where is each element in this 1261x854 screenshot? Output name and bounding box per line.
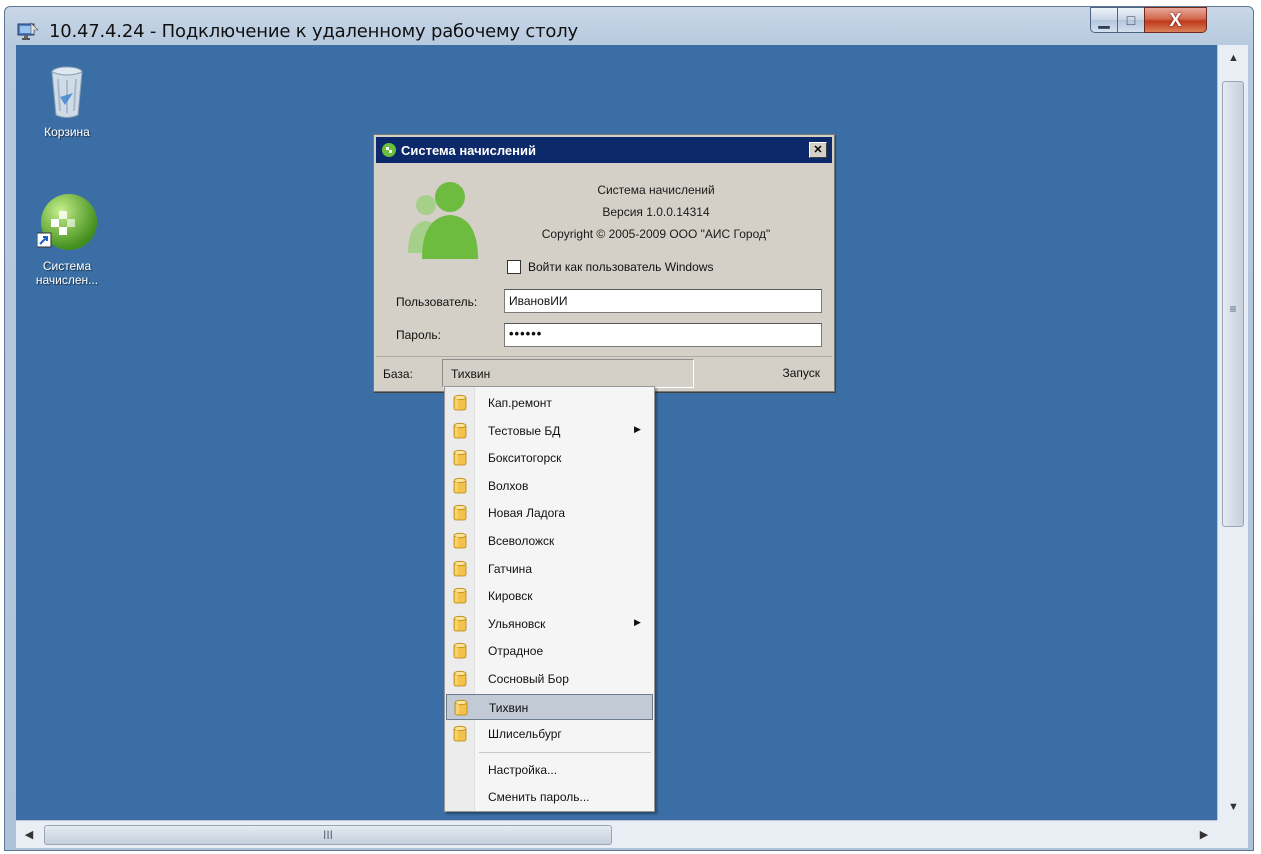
submenu-arrow-icon: ▶	[634, 423, 641, 434]
app-icon	[382, 143, 396, 157]
menu-item-label: Кировск	[488, 589, 533, 604]
minimize-button[interactable]: ▁	[1090, 7, 1118, 33]
app-info: Система начислений Версия 1.0.0.14314 Co…	[506, 179, 806, 245]
app-shortcut-icon	[37, 194, 97, 250]
database-icon	[453, 477, 467, 494]
grip-icon: III	[322, 828, 333, 842]
scroll-up-button[interactable]: ▲	[1218, 45, 1249, 71]
menu-item-database[interactable]: Ульяновск ▶	[446, 611, 653, 637]
users-icon	[408, 182, 478, 259]
database-icon	[453, 422, 467, 438]
menu-item-label: Ульяновск	[488, 616, 546, 631]
menu-item-label: Отрадное	[488, 644, 544, 659]
desktop-icon-app[interactable]: Система начислен...	[22, 193, 112, 287]
windows-login-label: Войти как пользователь Windows	[528, 260, 714, 274]
menu-item-label: Бокситогорск	[488, 451, 562, 466]
scroll-down-button[interactable]: ▼	[1218, 794, 1249, 820]
database-icon	[453, 643, 467, 659]
base-dropdown[interactable]: Тихвин	[442, 359, 694, 388]
database-icon	[453, 615, 467, 632]
menu-item-change-password[interactable]: Сменить пароль...	[446, 784, 653, 810]
menu-item-database[interactable]: Волхов	[446, 473, 653, 499]
scroll-right-button[interactable]: ▶	[1191, 821, 1217, 849]
menu-item-database[interactable]: Всеволожск	[446, 528, 653, 554]
user-label: Пользователь:	[396, 295, 478, 309]
database-icon	[453, 560, 467, 576]
recycle-bin-icon	[51, 66, 83, 118]
base-label: База:	[383, 367, 413, 381]
database-icon	[453, 450, 467, 466]
app-name: Система начислений	[597, 183, 715, 197]
menu-item-database[interactable]: Тестовые БД ▶	[446, 418, 653, 444]
menu-item-database[interactable]: Бокситогорск	[446, 445, 653, 471]
desktop-icon-recycle-bin[interactable]: Корзина	[22, 63, 112, 139]
database-icon	[453, 670, 467, 687]
database-icon	[454, 699, 468, 715]
database-icon	[453, 505, 467, 521]
menu-item-database[interactable]: Новая Ладога	[446, 500, 653, 526]
vertical-scrollbar[interactable]: ▲ ≡ ▼	[1217, 45, 1248, 820]
grip-icon: ≡	[1229, 302, 1237, 316]
dialog-footer: База: Тихвин Запуск	[376, 356, 832, 389]
menu-item-database[interactable]: Шлисельбург	[446, 721, 653, 747]
scroll-left-button[interactable]: ◀	[16, 821, 42, 849]
menu-item-label: Тестовые БД	[488, 423, 561, 438]
vertical-scroll-thumb[interactable]: ≡	[1222, 81, 1244, 527]
menu-item-label: Сменить пароль...	[488, 790, 590, 804]
window-title: 10.47.4.24 - Подключение к удаленному ра…	[49, 21, 578, 42]
remote-desktop-icon	[17, 22, 39, 40]
menu-item-label: Тихвин	[489, 700, 529, 715]
maximize-button[interactable]: □	[1117, 7, 1145, 33]
user-field[interactable]: ИвановИИ	[504, 289, 822, 313]
windows-login-checkbox-row[interactable]: Войти как пользователь Windows	[507, 260, 713, 274]
close-button[interactable]: X	[1144, 7, 1207, 33]
menu-item-label: Новая Ладога	[488, 506, 566, 521]
menu-item-label: Настройка...	[488, 763, 558, 777]
menu-item-label: Кап.ремонт	[488, 396, 552, 410]
close-icon: X	[1169, 10, 1182, 30]
horizontal-scroll-thumb[interactable]: III	[44, 825, 612, 845]
menu-separator	[479, 752, 651, 753]
dialog-title: Система начислений	[401, 142, 537, 158]
app-version: Версия 1.0.0.14314	[602, 205, 710, 219]
database-icon	[453, 394, 467, 411]
menu-item-database[interactable]: Кап.ремонт	[446, 390, 653, 416]
desktop-icon-label: Система начислен...	[35, 259, 99, 287]
database-icon	[453, 532, 467, 549]
horizontal-scrollbar[interactable]: ◀ III ▶	[16, 820, 1217, 848]
dialog-titlebar[interactable]: Система начислений ✕	[376, 137, 832, 163]
database-icon	[453, 726, 467, 742]
base-dropdown-menu: Кап.ремонт Тестовые БД ▶ Бокситогорск Волхов…	[444, 386, 655, 812]
menu-item-settings[interactable]: Настройка...	[446, 757, 653, 783]
dialog-body: Система начислений Версия 1.0.0.14314 Co…	[376, 163, 832, 356]
menu-item-label: Сосновый Бор	[488, 672, 569, 686]
windows-login-checkbox[interactable]	[507, 260, 521, 274]
menu-item-label: Шлисельбург	[488, 727, 562, 742]
menu-item-label: Всеволожск	[488, 534, 555, 548]
database-icon	[453, 588, 467, 604]
dialog-close-button[interactable]: ✕	[809, 142, 827, 158]
menu-item-database[interactable]: Гатчина	[446, 556, 653, 582]
app-copyright: Copyright © 2005-2009 ООО "АИС Город"	[541, 227, 771, 241]
password-label: Пароль:	[396, 328, 441, 342]
login-dialog: Система начислений ✕ Система начислений …	[373, 134, 835, 392]
menu-item-database[interactable]: Тихвин	[446, 693, 653, 720]
maximize-icon: □	[1126, 12, 1136, 28]
menu-item-label: Волхов	[488, 478, 529, 493]
menu-item-database[interactable]: Отрадное	[446, 638, 653, 664]
menu-item-label: Гатчина	[488, 561, 532, 576]
password-field[interactable]: ••••••	[504, 323, 822, 347]
minimize-icon: ▁	[1098, 12, 1110, 28]
launch-button[interactable]: Запуск	[782, 366, 820, 380]
desktop-icon-label: Корзина	[44, 125, 90, 139]
submenu-arrow-icon: ▶	[634, 616, 641, 627]
scrollbar-corner	[1217, 820, 1248, 848]
menu-item-database[interactable]: Кировск	[446, 583, 653, 609]
menu-item-database[interactable]: Сосновый Бор	[446, 666, 653, 692]
